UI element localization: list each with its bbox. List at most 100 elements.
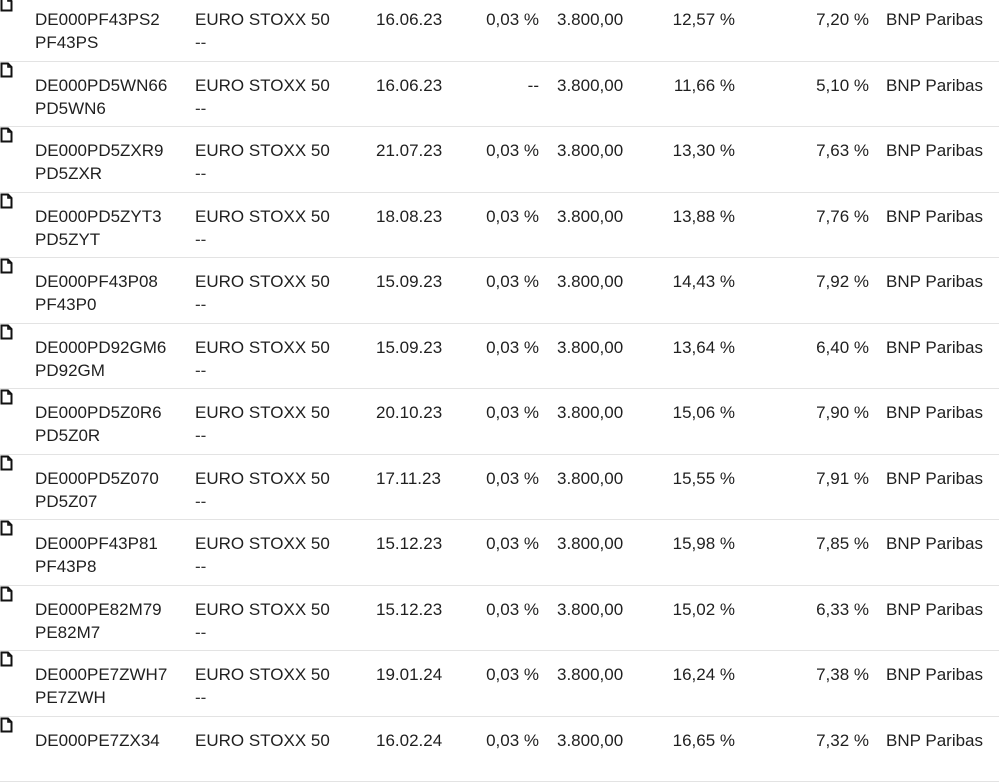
fee-value: --	[528, 74, 539, 97]
wkn-text: PD92GM	[35, 359, 166, 382]
document-icon[interactable]	[0, 389, 13, 405]
document-icon[interactable]	[0, 324, 13, 340]
underlying-text: EURO STOXX 50	[195, 76, 330, 95]
underlying-cell: EURO STOXX 50 --	[195, 270, 330, 316]
underlying-text: EURO STOXX 50	[195, 403, 330, 422]
isin-text[interactable]: DE000PD5WN66	[35, 76, 167, 95]
valuation-date: 21.07.23	[376, 139, 442, 162]
wkn-text: PE82M7	[35, 621, 162, 644]
table-row[interactable]: DE000PD5WN66 PD5WN6 EURO STOXX 50 -- 16.…	[0, 62, 999, 128]
fee-value: 0,03 %	[486, 8, 539, 31]
isin-cell[interactable]: DE000PD5Z070 PD5Z07	[35, 467, 159, 513]
underlying-sub-text: --	[195, 31, 330, 54]
underlying-cell: EURO STOXX 50 --	[195, 205, 330, 251]
underlying-text: EURO STOXX 50	[195, 272, 330, 291]
document-icon[interactable]	[0, 62, 13, 78]
table-row[interactable]: DE000PD5ZYT3 PD5ZYT EURO STOXX 50 -- 18.…	[0, 193, 999, 259]
isin-text[interactable]: DE000PE7ZX34	[35, 731, 160, 750]
underlying-sub-text: --	[195, 293, 330, 316]
cap-value: 3.800,00	[557, 74, 623, 97]
document-icon[interactable]	[0, 455, 13, 471]
table-row[interactable]: DE000PE7ZX34 EURO STOXX 50 16.02.24 0,03…	[0, 717, 999, 782]
document-icon[interactable]	[0, 651, 13, 667]
issuer-name: BNP Paribas	[886, 270, 983, 293]
isin-cell[interactable]: DE000PD5WN66 PD5WN6	[35, 74, 167, 120]
valuation-date: 15.09.23	[376, 270, 442, 293]
document-icon[interactable]	[0, 520, 13, 536]
table-row[interactable]: DE000PD92GM6 PD92GM EURO STOXX 50 -- 15.…	[0, 324, 999, 390]
isin-cell[interactable]: DE000PF43PS2 PF43PS	[35, 8, 160, 54]
table-row[interactable]: DE000PF43P81 PF43P8 EURO STOXX 50 -- 15.…	[0, 520, 999, 586]
wkn-text: PD5Z07	[35, 490, 159, 513]
max-yield-value: 14,43 %	[673, 270, 735, 293]
document-icon[interactable]	[0, 193, 13, 209]
sideways-yield-value: 6,33 %	[816, 598, 869, 621]
isin-cell[interactable]: DE000PE7ZX34	[35, 729, 160, 752]
isin-cell[interactable]: DE000PD5ZYT3 PD5ZYT	[35, 205, 162, 251]
document-icon[interactable]	[0, 717, 13, 733]
table-row[interactable]: DE000PD5Z070 PD5Z07 EURO STOXX 50 -- 17.…	[0, 455, 999, 521]
isin-text[interactable]: DE000PD92GM6	[35, 338, 166, 357]
max-yield-value: 16,65 %	[673, 729, 735, 752]
cap-value: 3.800,00	[557, 663, 623, 686]
valuation-date: 19.01.24	[376, 663, 442, 686]
isin-text[interactable]: DE000PF43P08	[35, 272, 158, 291]
underlying-sub-text: --	[195, 359, 330, 382]
underlying-text: EURO STOXX 50	[195, 141, 330, 160]
valuation-date: 17.11.23	[376, 467, 441, 490]
fee-value: 0,03 %	[486, 532, 539, 555]
issuer-name: BNP Paribas	[886, 401, 983, 424]
max-yield-value: 13,64 %	[673, 336, 735, 359]
table-row[interactable]: DE000PD5Z0R6 PD5Z0R EURO STOXX 50 -- 20.…	[0, 389, 999, 455]
valuation-date: 20.10.23	[376, 401, 442, 424]
isin-text[interactable]: DE000PD5ZXR9	[35, 141, 164, 160]
issuer-name: BNP Paribas	[886, 663, 983, 686]
isin-cell[interactable]: DE000PF43P08 PF43P0	[35, 270, 158, 316]
valuation-date: 16.02.24	[376, 729, 442, 752]
wkn-text: PF43PS	[35, 31, 160, 54]
issuer-name: BNP Paribas	[886, 532, 983, 555]
table-row[interactable]: DE000PE7ZWH7 PE7ZWH EURO STOXX 50 -- 19.…	[0, 651, 999, 717]
isin-cell[interactable]: DE000PD92GM6 PD92GM	[35, 336, 166, 382]
underlying-text: EURO STOXX 50	[195, 731, 330, 750]
document-icon[interactable]	[0, 0, 13, 12]
document-icon[interactable]	[0, 586, 13, 602]
isin-cell[interactable]: DE000PF43P81 PF43P8	[35, 532, 158, 578]
max-yield-value: 16,24 %	[673, 663, 735, 686]
cap-value: 3.800,00	[557, 336, 623, 359]
max-yield-value: 12,57 %	[673, 8, 735, 31]
table-row[interactable]: DE000PE82M79 PE82M7 EURO STOXX 50 -- 15.…	[0, 586, 999, 652]
issuer-name: BNP Paribas	[886, 467, 983, 490]
underlying-cell: EURO STOXX 50 --	[195, 663, 330, 709]
table-body: DE000PF43PS2 PF43PS EURO STOXX 50 -- 16.…	[0, 0, 999, 782]
issuer-name: BNP Paribas	[886, 336, 983, 359]
max-yield-value: 11,66 %	[674, 74, 735, 97]
isin-cell[interactable]: DE000PD5Z0R6 PD5Z0R	[35, 401, 162, 447]
isin-text[interactable]: DE000PD5ZYT3	[35, 207, 162, 226]
underlying-sub-text: --	[195, 228, 330, 251]
isin-text[interactable]: DE000PF43PS2	[35, 10, 160, 29]
cap-value: 3.800,00	[557, 401, 623, 424]
isin-text[interactable]: DE000PE82M79	[35, 600, 162, 619]
underlying-sub-text: --	[195, 490, 330, 513]
cap-value: 3.800,00	[557, 532, 623, 555]
table-row[interactable]: DE000PF43P08 PF43P0 EURO STOXX 50 -- 15.…	[0, 258, 999, 324]
issuer-name: BNP Paribas	[886, 729, 983, 752]
table-row[interactable]: DE000PD5ZXR9 PD5ZXR EURO STOXX 50 -- 21.…	[0, 127, 999, 193]
isin-text[interactable]: DE000PD5Z070	[35, 469, 159, 488]
isin-cell[interactable]: DE000PE82M79 PE82M7	[35, 598, 162, 644]
valuation-date: 16.06.23	[376, 74, 442, 97]
isin-text[interactable]: DE000PF43P81	[35, 534, 158, 553]
document-icon[interactable]	[0, 127, 13, 143]
isin-text[interactable]: DE000PE7ZWH7	[35, 665, 167, 684]
isin-text[interactable]: DE000PD5Z0R6	[35, 403, 162, 422]
wkn-text: PD5ZYT	[35, 228, 162, 251]
underlying-text: EURO STOXX 50	[195, 534, 330, 553]
max-yield-value: 13,88 %	[673, 205, 735, 228]
document-icon[interactable]	[0, 258, 13, 274]
isin-cell[interactable]: DE000PE7ZWH7 PE7ZWH	[35, 663, 167, 709]
table-row[interactable]: DE000PF43PS2 PF43PS EURO STOXX 50 -- 16.…	[0, 0, 999, 62]
cap-value: 3.800,00	[557, 270, 623, 293]
underlying-cell: EURO STOXX 50 --	[195, 139, 330, 185]
isin-cell[interactable]: DE000PD5ZXR9 PD5ZXR	[35, 139, 164, 185]
